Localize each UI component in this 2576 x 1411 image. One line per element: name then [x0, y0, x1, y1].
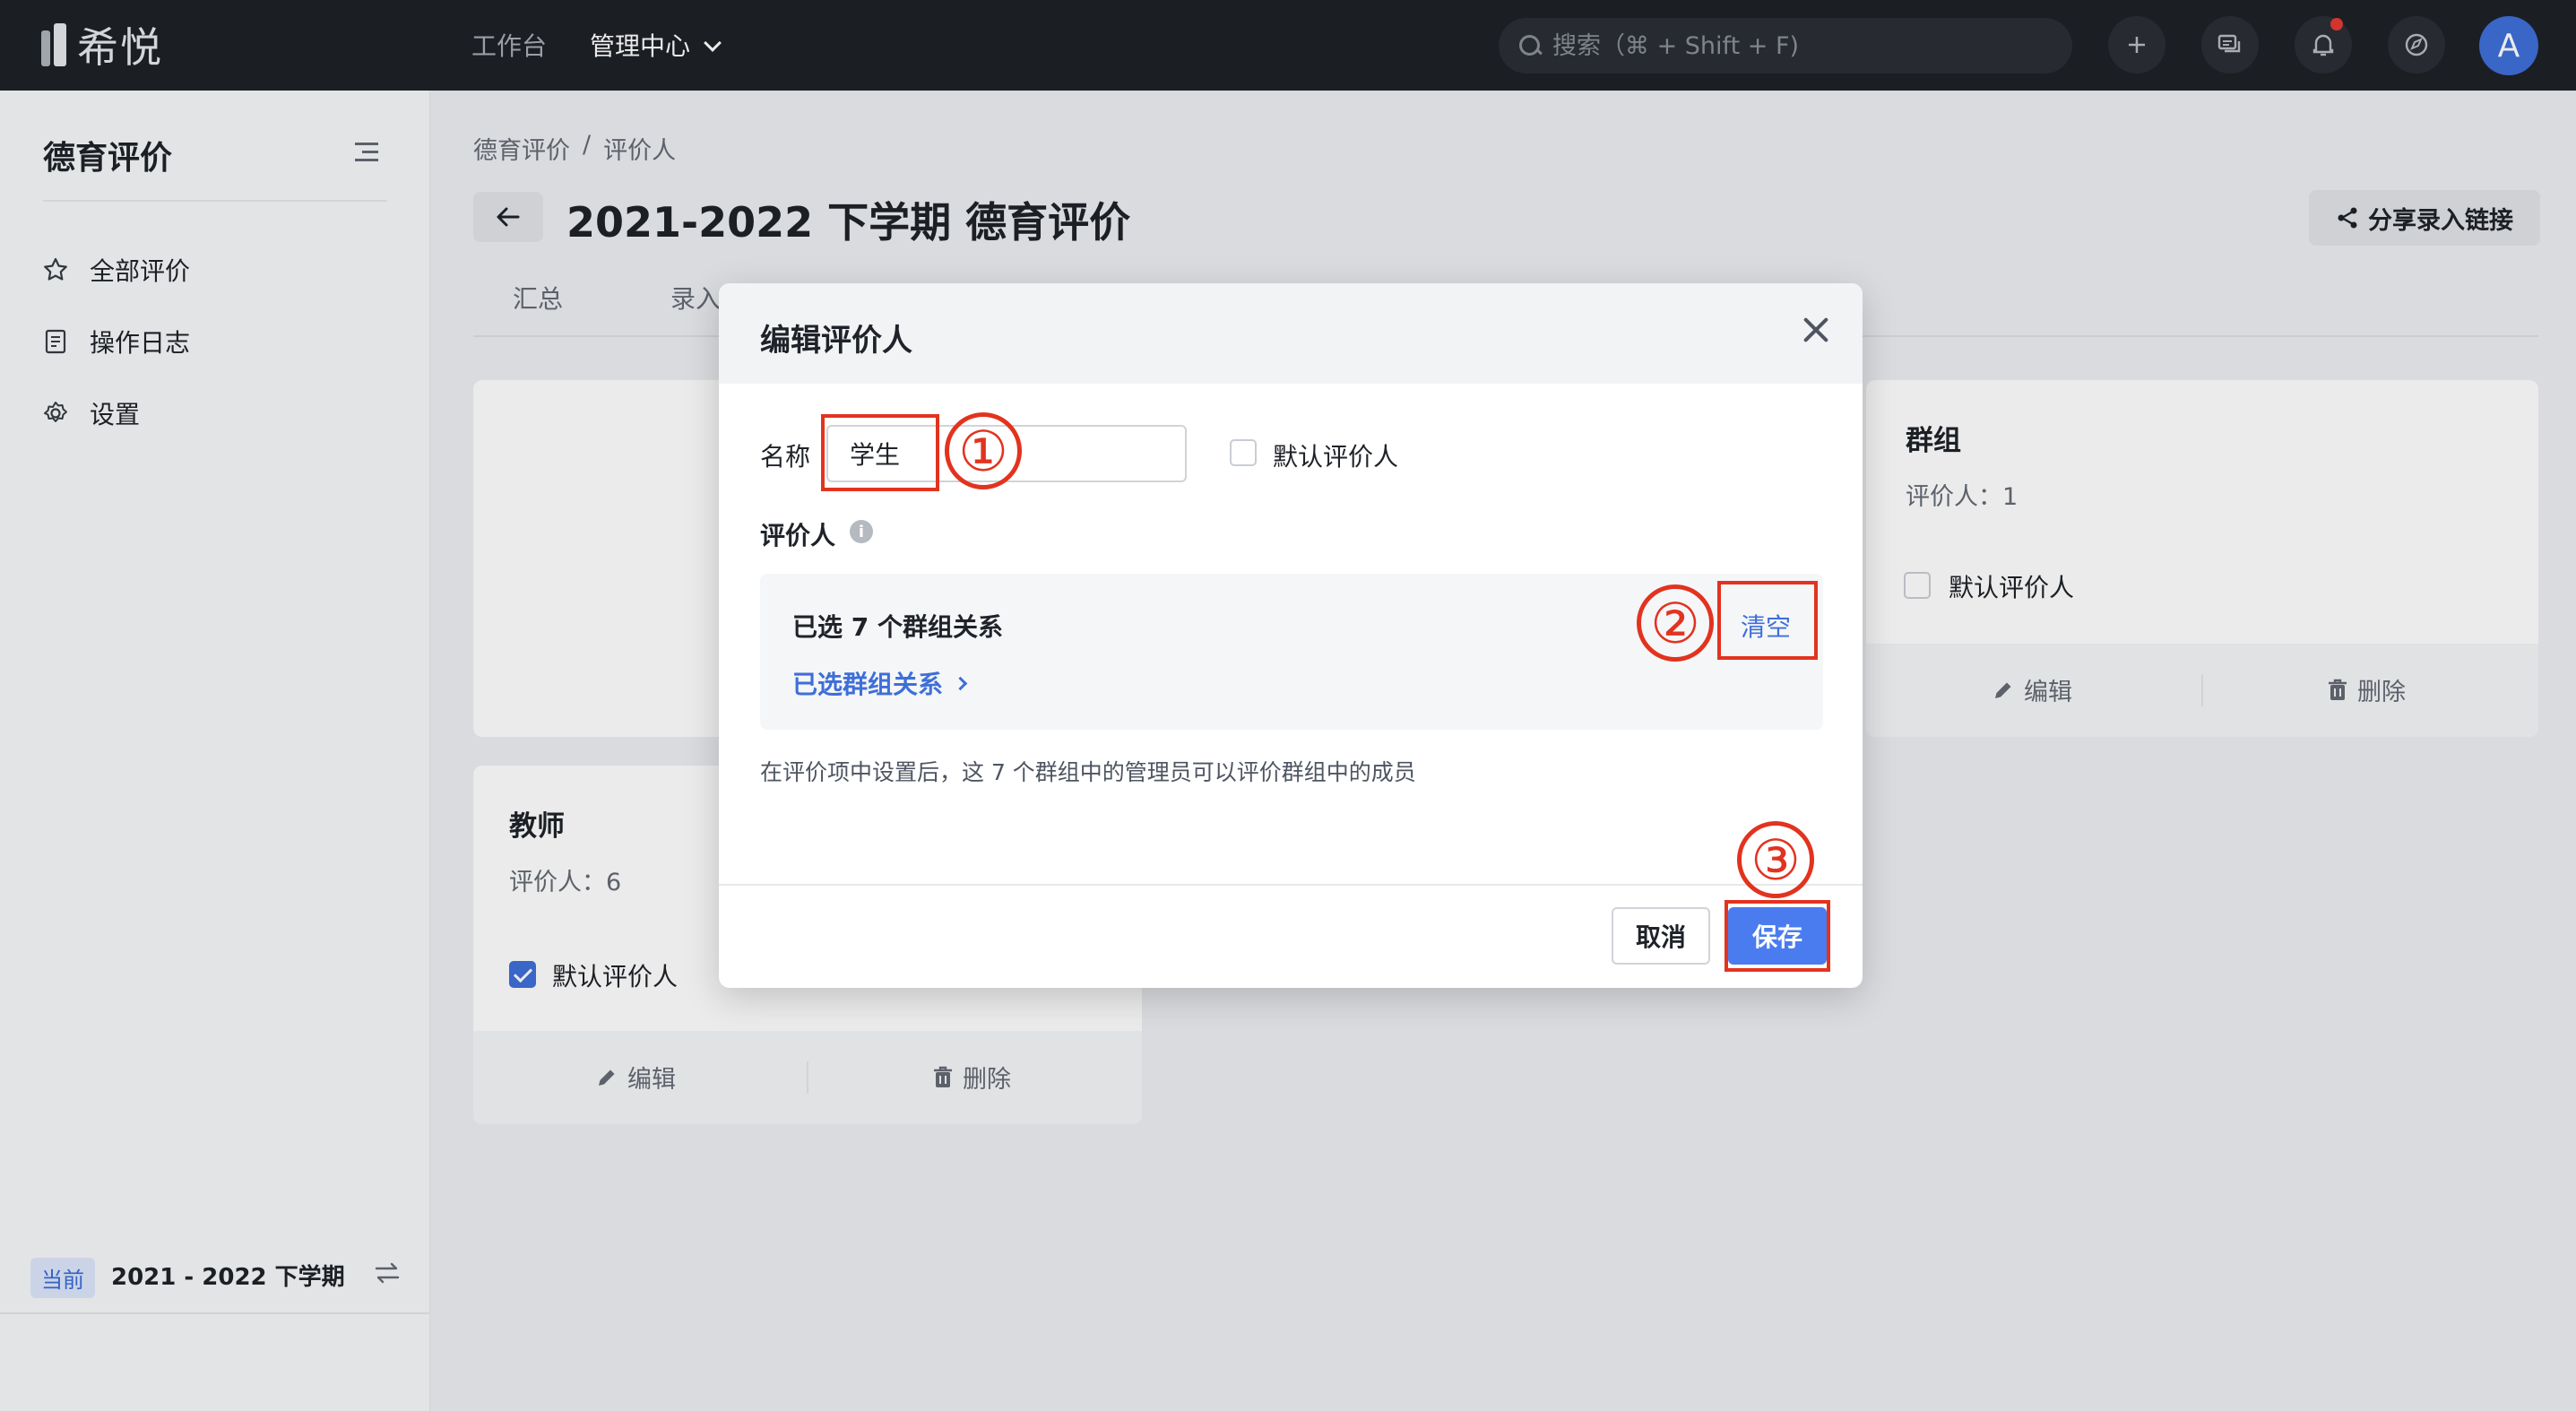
cancel-button[interactable]: 取消: [1612, 907, 1710, 965]
chevron-right-icon: [953, 676, 968, 690]
selected-groups-link-label: 已选群组关系: [792, 670, 944, 699]
selected-count: 已选 7 个群组关系: [792, 612, 1003, 642]
annotation-box-clear: [1717, 581, 1818, 660]
default-evaluator-checkbox[interactable]: [1230, 439, 1257, 466]
name-label: 名称: [760, 442, 811, 472]
close-icon[interactable]: [1798, 312, 1834, 348]
selected-groups-link[interactable]: 已选群组关系: [792, 665, 968, 701]
default-evaluator-label: 默认评价人: [1273, 442, 1399, 472]
dialog-hint: 在评价项中设置后，这 7 个群组中的管理员可以评价群组中的成员: [760, 759, 1416, 785]
dialog-footer-divider: [719, 884, 1863, 886]
annotation-number-2: ②: [1637, 584, 1714, 662]
annotation-box-save: [1725, 900, 1830, 972]
info-icon[interactable]: i: [850, 520, 873, 543]
evaluator-label: 评价人: [760, 521, 836, 550]
annotation-number-3: ③: [1737, 821, 1814, 898]
annotation-number-1: ①: [945, 412, 1022, 489]
dialog-title: 编辑评价人: [760, 323, 912, 359]
annotation-box-name: [821, 414, 939, 491]
